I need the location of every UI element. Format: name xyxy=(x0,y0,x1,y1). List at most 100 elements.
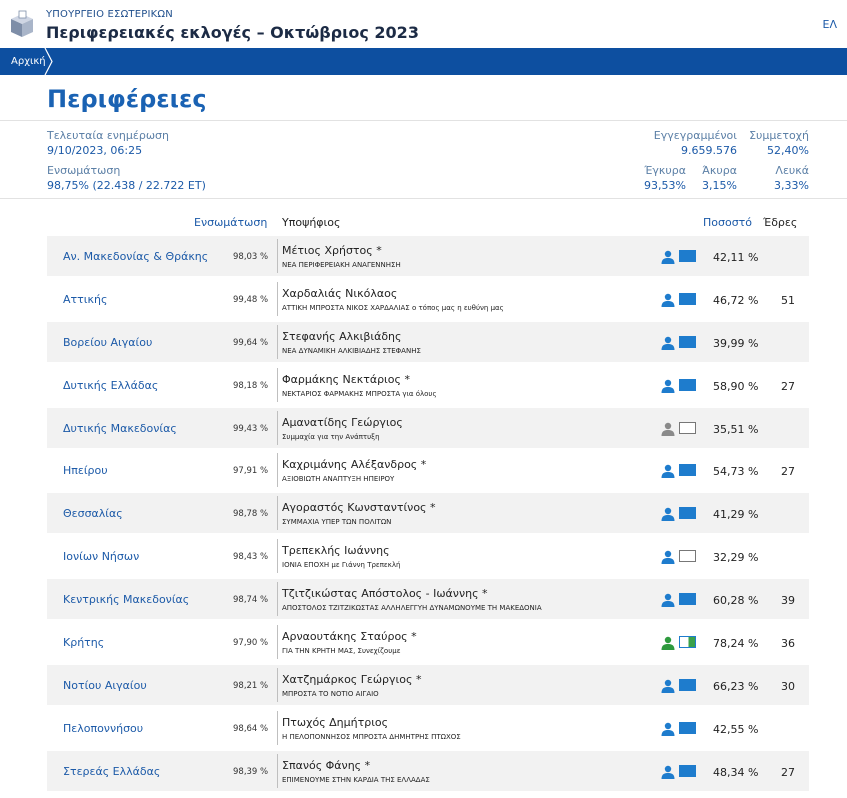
language-switch[interactable]: ΕΛ xyxy=(823,18,837,31)
party-name: ΓΙΑ ΤΗΝ ΚΡΗΤΗ ΜΑΣ, Συνεχίζουμε xyxy=(282,647,401,656)
person-icon xyxy=(661,508,675,522)
app-title[interactable]: Περιφερειακές εκλογές – Οκτώβριος 2023 xyxy=(46,23,419,42)
party-color-flag-icon xyxy=(679,593,696,606)
region-link[interactable]: Κρήτης xyxy=(63,636,104,649)
table-row[interactable]: Δυτικής Μακεδονίας 99,43 % Αμανατίδης Γεώρ… xyxy=(47,407,809,448)
vote-share: 48,34 % xyxy=(713,765,759,779)
party-color-flag-icon xyxy=(679,464,696,477)
region-link[interactable]: Κεντρικής Μακεδονίας xyxy=(63,593,189,606)
blank-value: 3,33% xyxy=(774,179,809,192)
region-link[interactable]: Αν. Μακεδονίας & Θράκης xyxy=(63,250,208,263)
column-header-share[interactable]: Ποσοστό xyxy=(703,216,752,229)
page-header: Περιφέρειες xyxy=(0,75,847,121)
candidate-name: Χατζημάρκος Γεώργιος * xyxy=(282,672,422,686)
column-header-integration[interactable]: Ενσωμάτωση xyxy=(194,216,267,229)
region-link[interactable]: Αττικής xyxy=(63,293,107,306)
table-row[interactable]: Θεσσαλίας 98,78 % Αγοραστός Κωνσταντίνος *… xyxy=(47,493,809,534)
party-name: ΝΕΑ ΔΥΝΑΜΙΚΗ ΑΛΚΙΒΙΑΔΗΣ ΣΤΕΦΑΝΗΣ xyxy=(282,346,421,355)
breadcrumb: Αρχική xyxy=(0,48,847,75)
column-divider xyxy=(277,324,278,359)
integration-label: Ενσωμάτωση xyxy=(47,164,121,177)
region-link[interactable]: Ιονίων Νήσων xyxy=(63,550,139,563)
column-divider xyxy=(277,710,278,745)
region-link[interactable]: Βορείου Αιγαίου xyxy=(63,336,152,349)
column-divider xyxy=(277,367,278,402)
region-link[interactable]: Πελοποννήσου xyxy=(63,722,143,735)
table-row[interactable]: Ηπείρου 97,91 % Καχριμάνης Αλέξανδρος * ΑΞΙ… xyxy=(47,450,809,490)
blank-label: Λευκά xyxy=(775,164,809,177)
seats-count: 27 xyxy=(781,379,795,393)
candidate-name: Στεφανής Αλκιβιάδης xyxy=(282,329,402,343)
region-link[interactable]: Στερεάς Ελλάδας xyxy=(63,765,160,778)
column-header-seats: Έδρες xyxy=(763,216,798,229)
candidate-name: Καχριμάνης Αλέξανδρος * xyxy=(282,458,427,472)
valid-value: 93,53% xyxy=(644,179,686,192)
seats-count: 39 xyxy=(781,594,795,608)
integration-value: 98,75% (22.438 / 22.722 ΕΤ) xyxy=(47,179,206,192)
column-divider xyxy=(277,582,278,617)
integration-percent: 98,43 % xyxy=(233,552,269,563)
region-link[interactable]: Δυτικής Μακεδονίας xyxy=(63,422,177,435)
table-row[interactable]: Στερεάς Ελλάδας 98,39 % Σπανός Φάνης * ΕΠΙΜ… xyxy=(47,750,809,791)
table-row[interactable]: Νοτίου Αιγαίου 98,21 % Χατζημάρκος Γεώργιο… xyxy=(47,664,809,705)
region-link[interactable]: Ηπείρου xyxy=(63,464,108,477)
table-row[interactable]: Βορείου Αιγαίου 99,64 % Στεφανής Αλκιβιάδη… xyxy=(47,321,809,362)
results-table: Αν. Μακεδονίας & Θράκης 98,03 % Μέτιος Χρή… xyxy=(47,236,809,794)
last-update-label: Τελευταία ενημέρωση xyxy=(47,129,169,142)
vote-share: 41,29 % xyxy=(713,508,759,522)
table-row[interactable]: Αν. Μακεδονίας & Θράκης 98,03 % Μέτιος Χρή… xyxy=(47,236,809,276)
seats-count: 30 xyxy=(781,679,795,693)
vote-share: 42,11 % xyxy=(713,251,759,264)
column-divider xyxy=(277,453,278,488)
vote-share: 66,23 % xyxy=(713,679,759,693)
ministry-name: ΥΠΟΥΡΓΕΙΟ ΕΣΩΤΕΡΙΚΩΝ xyxy=(46,9,173,20)
table-row[interactable]: Ιονίων Νήσων 98,43 % Τρεπεκλής Ιωάννης ΙΟΝΙ… xyxy=(47,536,809,576)
party-color-flag-icon xyxy=(679,378,696,391)
person-icon xyxy=(661,593,675,608)
integration-percent: 98,21 % xyxy=(233,680,269,691)
person-icon xyxy=(661,379,675,393)
party-color-flag-icon xyxy=(679,678,696,691)
column-divider xyxy=(277,281,278,316)
candidate-name: Φαρμάκης Νεκτάριος * xyxy=(282,372,410,386)
party-name: ΝΕΑ ΠΕΡΙΦΕΡΕΙΑΚΗ ΑΝΑΓΕΝΝΗΣΗ xyxy=(282,261,401,269)
candidate-name: Τζιτζικώστας Απόστολος - Ιωάννης * xyxy=(282,587,488,601)
registered-label: Εγγεγραμμένοι xyxy=(653,129,737,142)
table-row[interactable]: Πελοποννήσου 98,64 % Πτωχός Δημήτριος Η ΠΕΛ… xyxy=(47,708,809,748)
table-row[interactable]: Κρήτης 97,90 % Αρναουτάκης Σταύρος * ΓΙΑ ΤΗ… xyxy=(47,622,809,662)
person-icon xyxy=(661,722,675,736)
integration-percent: 98,39 % xyxy=(233,766,269,777)
party-name: ΑΠΟΣΤΟΛΟΣ ΤΖΙΤΖΙΚΩΣΤΑΣ ΑΛΛΗΛΕΓΓΥΗ ΔΥΝΑΜΩ… xyxy=(282,604,542,613)
integration-percent: 98,03 % xyxy=(233,252,269,262)
integration-percent: 97,90 % xyxy=(233,638,269,649)
region-link[interactable]: Νοτίου Αιγαίου xyxy=(63,679,147,692)
integration-percent: 98,78 % xyxy=(233,509,269,520)
candidate-name: Τρεπεκλής Ιωάννης xyxy=(282,544,390,558)
party-color-flag-icon xyxy=(679,292,696,305)
party-color-flag-icon xyxy=(679,636,696,649)
column-divider xyxy=(277,239,278,273)
person-icon xyxy=(661,765,675,779)
candidate-name: Μέτιος Χρήστος * xyxy=(282,244,382,257)
invalid-value: 3,15% xyxy=(702,179,737,192)
person-icon xyxy=(661,293,675,307)
party-color-flag-icon xyxy=(679,507,696,520)
candidate-name: Αμανατίδης Γεώργιος xyxy=(282,415,403,429)
table-row[interactable]: Αττικής 99,48 % Χαρδαλιάς Νικόλαος ΑΤΤΙΚΗ Μ… xyxy=(47,279,809,319)
ballot-box-icon[interactable] xyxy=(9,10,35,38)
seats-count: 36 xyxy=(781,637,795,651)
party-color-flag-icon xyxy=(679,335,696,348)
party-color-flag-icon xyxy=(679,250,696,262)
party-color-flag-icon xyxy=(679,550,696,563)
candidate-name: Αρναουτάκης Σταύρος * xyxy=(282,630,417,644)
vote-share: 32,29 % xyxy=(713,551,759,565)
column-divider xyxy=(277,539,278,574)
table-row[interactable]: Δυτικής Ελλάδας 98,18 % Φαρμάκης Νεκτάριος… xyxy=(47,365,809,405)
region-link[interactable]: Θεσσαλίας xyxy=(63,507,123,520)
party-name: ΕΠΙΜΕΝΟΥΜΕ ΣΤΗΝ ΚΑΡΔΙΑ ΤΗΣ ΕΛΛΑΔΑΣ xyxy=(282,775,430,784)
table-row[interactable]: Κεντρικής Μακεδονίας 98,74 % Τζιτζικώστας … xyxy=(47,579,809,620)
seats-count: 27 xyxy=(781,765,795,779)
column-divider xyxy=(277,753,278,788)
vote-share: 35,51 % xyxy=(713,422,759,436)
region-link[interactable]: Δυτικής Ελλάδας xyxy=(63,379,158,392)
